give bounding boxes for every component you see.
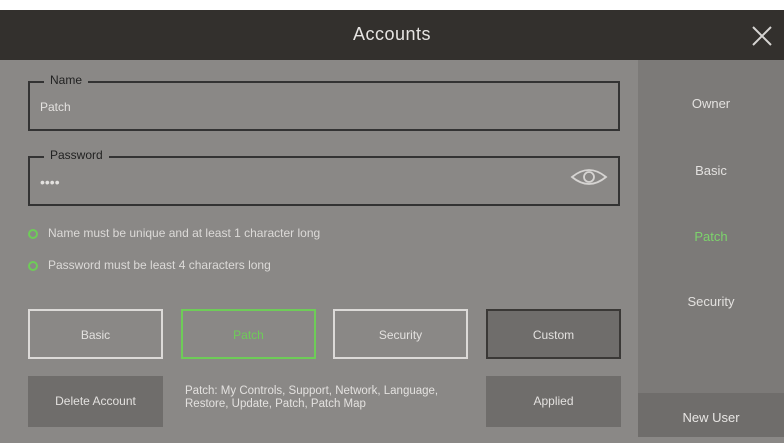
check-circle-icon — [28, 228, 38, 239]
permissions-text: Patch: My Controls, Support, Network, La… — [185, 385, 439, 410]
sidebar-item-owner[interactable]: Owner — [638, 96, 784, 111]
role-custom-button[interactable]: Custom — [486, 309, 621, 359]
password-field[interactable]: Password •••• — [28, 148, 620, 206]
rule-password-text: Password must be least 4 characters long — [48, 258, 271, 272]
name-label: Name — [44, 73, 89, 87]
password-value[interactable]: •••• — [40, 174, 60, 190]
password-label: Password — [44, 148, 109, 162]
sidebar-item-basic[interactable]: Basic — [638, 163, 784, 178]
close-icon[interactable] — [750, 24, 774, 48]
check-circle-icon — [28, 260, 38, 271]
rule-name: Name must be unique and at least 1 chara… — [28, 226, 320, 240]
delete-account-button[interactable]: Delete Account — [28, 376, 163, 427]
role-basic-button[interactable]: Basic — [28, 309, 163, 359]
eye-icon[interactable] — [570, 167, 608, 187]
rule-name-text: Name must be unique and at least 1 chara… — [48, 226, 321, 240]
role-patch-button[interactable]: Patch — [181, 309, 316, 359]
title-bar: Accounts — [0, 0, 784, 60]
applied-button[interactable]: Applied — [486, 376, 621, 427]
role-security-button[interactable]: Security — [333, 309, 468, 359]
page-title: Accounts — [352, 24, 432, 44]
name-field[interactable]: Name Patch — [28, 73, 620, 131]
rule-password: Password must be least 4 characters long — [28, 258, 271, 272]
new-user-button[interactable]: New User — [638, 393, 784, 437]
account-form: Name Patch Password •••• Name must be un… — [0, 60, 638, 437]
sidebar-item-patch[interactable]: Patch — [638, 229, 784, 244]
sidebar-item-security[interactable]: Security — [638, 294, 784, 309]
sidebar: Owner Basic Patch Security New User — [638, 60, 784, 437]
name-value[interactable]: Patch — [40, 100, 71, 114]
